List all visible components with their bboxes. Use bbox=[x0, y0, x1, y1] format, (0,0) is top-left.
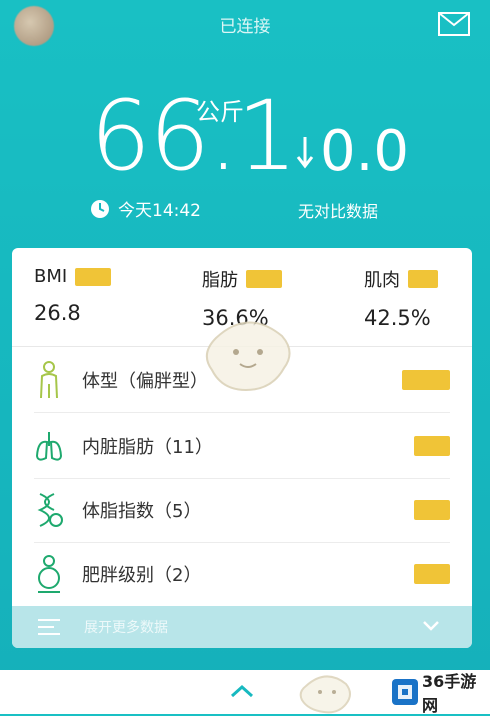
metric-label: BMI bbox=[34, 266, 68, 287]
metric-value: 42.5% bbox=[364, 306, 431, 330]
list-item[interactable]: 肥胖级别（2） bbox=[12, 542, 472, 606]
lungs-icon bbox=[35, 432, 63, 461]
status-badge bbox=[75, 267, 112, 286]
connection-status: 已连接 bbox=[219, 17, 271, 37]
delta-label: 无对比数据 bbox=[298, 202, 379, 221]
site-logo-icon bbox=[392, 679, 418, 705]
expand-more-bar[interactable]: 展开更多数据 bbox=[12, 606, 472, 648]
chevron-down-icon bbox=[423, 621, 439, 631]
metric-bmi[interactable]: BMI 26.8 bbox=[34, 266, 112, 325]
list-item-label: 体脂指数（5） bbox=[82, 501, 202, 522]
arrow-down-icon bbox=[296, 137, 314, 169]
chevron-up-icon[interactable] bbox=[230, 684, 254, 698]
menu-icon bbox=[38, 619, 60, 635]
status-badge bbox=[402, 370, 450, 390]
weight-value: 66.1 bbox=[90, 80, 298, 192]
measure-time: 今天14:42 bbox=[118, 201, 201, 221]
expand-more-label: 展开更多数据 bbox=[84, 620, 168, 636]
metric-muscle[interactable]: 肌肉 42.5% bbox=[364, 266, 438, 330]
list-item-label: 体型（偏胖型） bbox=[82, 371, 208, 392]
status-badge bbox=[414, 564, 450, 584]
obesity-icon bbox=[38, 555, 60, 593]
metric-label: 脂肪 bbox=[202, 270, 238, 291]
mascot-watermark-icon bbox=[299, 675, 351, 714]
dna-icon bbox=[37, 493, 63, 527]
list-item-label: 肥胖级别（2） bbox=[82, 565, 202, 586]
status-badge bbox=[414, 436, 450, 456]
divider bbox=[34, 412, 450, 413]
site-watermark: 36手游网 bbox=[392, 672, 488, 715]
list-item-label: 内脏脂肪（11） bbox=[82, 437, 213, 458]
status-badge bbox=[408, 270, 438, 288]
mascot-watermark-icon bbox=[205, 321, 291, 392]
mail-icon[interactable] bbox=[438, 12, 470, 36]
body-shape-icon bbox=[40, 361, 58, 399]
weight-delta: 0.0 bbox=[296, 124, 409, 180]
weight-unit: 公斤 bbox=[196, 98, 244, 126]
status-badge bbox=[246, 270, 282, 288]
delta-value: 0.0 bbox=[320, 119, 410, 184]
clock-icon bbox=[91, 199, 109, 218]
measure-time-row: 今天14:42 bbox=[90, 196, 201, 221]
list-item[interactable]: 内脏脂肪（11） bbox=[12, 414, 472, 478]
list-item[interactable]: 体脂指数（5） bbox=[12, 478, 472, 542]
site-watermark-text: 36手游网 bbox=[422, 672, 477, 715]
metric-label: 肌肉 bbox=[364, 270, 400, 291]
status-badge bbox=[414, 500, 450, 520]
metric-value: 26.8 bbox=[34, 301, 81, 325]
